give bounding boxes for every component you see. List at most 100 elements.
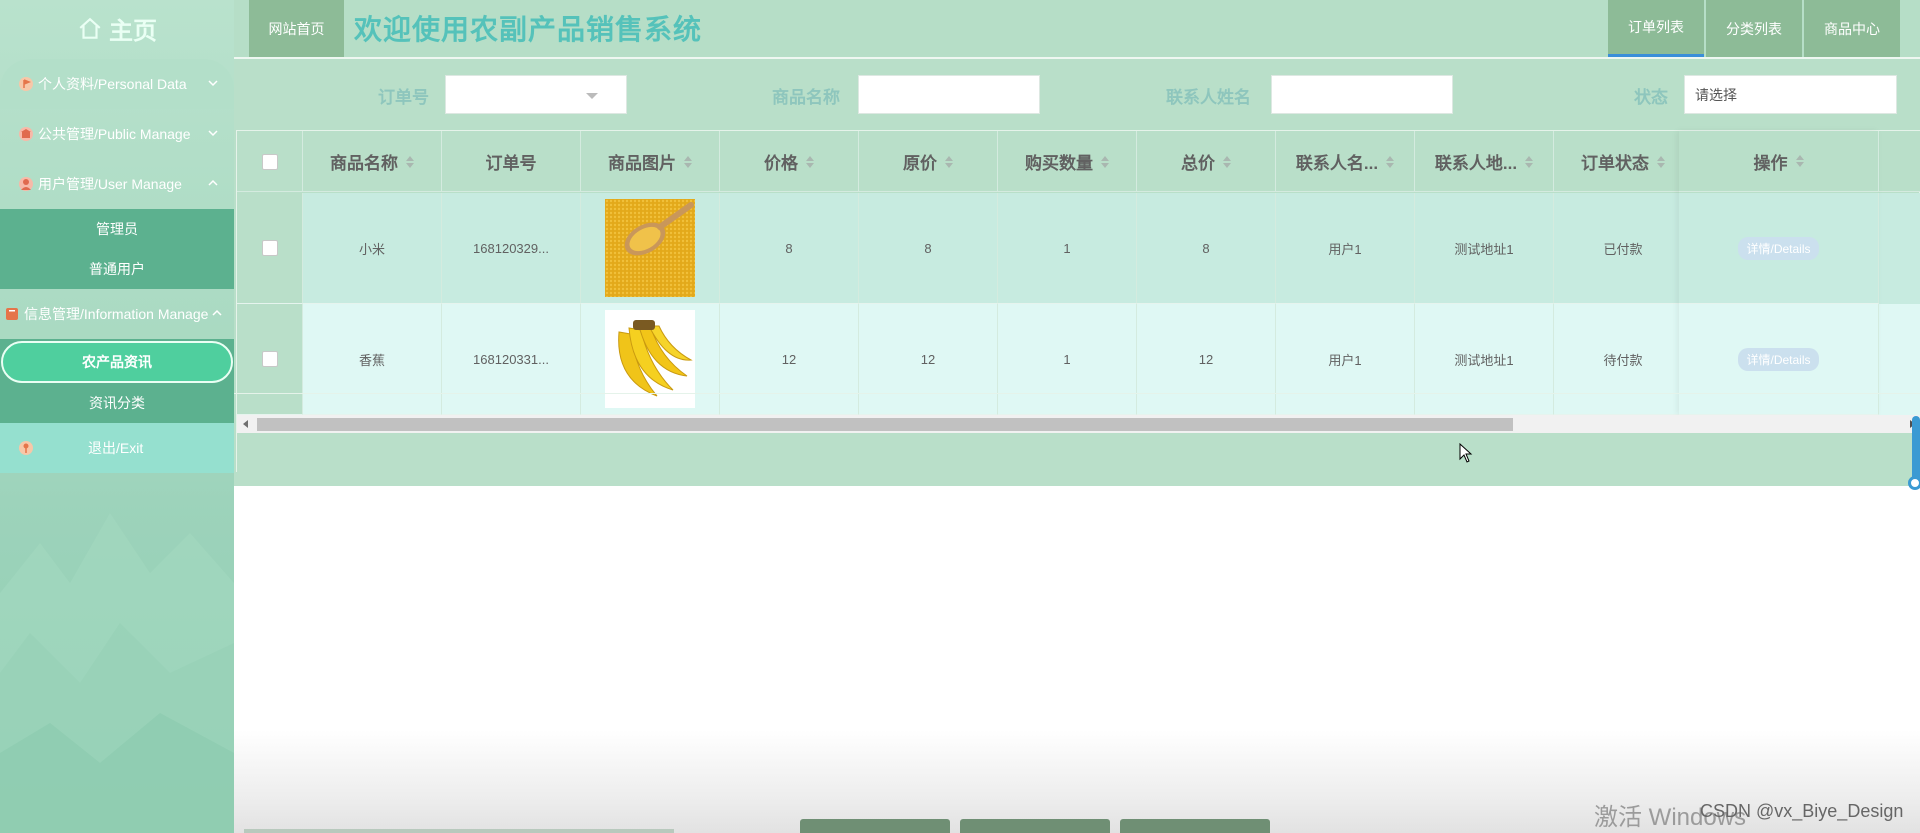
sort-icon[interactable] bbox=[806, 155, 814, 168]
cell-operation: 详情/Details bbox=[1679, 193, 1879, 304]
sidebar: 主页 个人资料/Personal Data 公共管理/Public Manage… bbox=[0, 0, 234, 833]
order-no-label: 订单号 bbox=[378, 88, 429, 107]
column-header-quantity[interactable]: 购买数量 bbox=[998, 131, 1137, 192]
sidebar-item-label: 信息管理/Information Manage bbox=[24, 306, 209, 322]
user-submenu: 管理员 普通用户 bbox=[0, 209, 234, 289]
search-bar: 订单号 商品名称 联系人姓名 状态 请选择 bbox=[234, 59, 1920, 130]
csdn-watermark: CSDN @vx_Biye_Design bbox=[1700, 801, 1904, 821]
column-label: 原价 bbox=[903, 154, 937, 173]
column-label: 商品图片 bbox=[608, 154, 676, 173]
building-icon bbox=[18, 126, 34, 142]
sort-icon[interactable] bbox=[945, 155, 953, 168]
sort-icon[interactable] bbox=[1223, 155, 1231, 168]
sidebar-item-information-manage[interactable]: 信息管理/Information Manage bbox=[0, 289, 234, 339]
sidebar-item-public-manage[interactable]: 公共管理/Public Manage bbox=[0, 109, 234, 159]
column-header-contact-address[interactable]: 联系人地... bbox=[1415, 131, 1554, 192]
column-label: 商品名称 bbox=[330, 154, 398, 173]
sort-icon[interactable] bbox=[1386, 155, 1395, 168]
cell-price: 8 bbox=[720, 193, 859, 304]
chevron-up-icon bbox=[208, 179, 218, 186]
bottom-strip bbox=[244, 829, 674, 833]
cell-order-status: 已付款 bbox=[1554, 193, 1693, 304]
column-label: 价格 bbox=[764, 154, 798, 173]
column-label: 订单状态 bbox=[1581, 154, 1649, 173]
details-button[interactable]: 详情/Details bbox=[1738, 347, 1819, 371]
sidebar-item-label: 用户管理/User Manage bbox=[38, 176, 182, 192]
cell-product-image bbox=[581, 193, 720, 304]
bottom-button-2[interactable] bbox=[960, 819, 1110, 833]
status-placeholder: 请选择 bbox=[1695, 86, 1737, 103]
column-header-order-no: 订单号 bbox=[442, 131, 581, 192]
details-button[interactable]: 详情/Details bbox=[1738, 236, 1819, 260]
user-icon bbox=[18, 176, 34, 192]
sidebar-item-label: 公共管理/Public Manage bbox=[38, 126, 191, 142]
tab-category-list[interactable]: 分类列表 bbox=[1706, 0, 1802, 57]
book-icon bbox=[4, 306, 20, 322]
column-header-order-status[interactable]: 订单状态 bbox=[1554, 131, 1693, 192]
column-header-price[interactable]: 价格 bbox=[720, 131, 859, 192]
select-all-cell bbox=[237, 131, 303, 192]
status-select[interactable]: 请选择 bbox=[1684, 75, 1897, 114]
contact-name-input[interactable] bbox=[1271, 75, 1453, 114]
sidebar-item-personal-data[interactable]: 个人资料/Personal Data bbox=[0, 59, 234, 109]
select-all-checkbox[interactable] bbox=[261, 153, 278, 170]
table-header: 商品名称 订单号 商品图片 价格 原价 购买数量 总价 联系人名... 联系人地… bbox=[237, 131, 1920, 192]
sort-icon[interactable] bbox=[1795, 155, 1804, 167]
main-content: 订单号 商品名称 联系人姓名 状态 请选择 商品名称 订单号 商品图片 价格 原… bbox=[234, 59, 1920, 490]
sort-icon[interactable] bbox=[1657, 155, 1665, 168]
submenu-item-news-category[interactable]: 资讯分类 bbox=[0, 383, 234, 423]
bottom-button-1[interactable] bbox=[800, 819, 950, 833]
column-header-operation[interactable]: 操作 bbox=[1679, 131, 1879, 192]
submenu-item-normal-user[interactable]: 普通用户 bbox=[0, 249, 234, 289]
column-header-product-image[interactable]: 商品图片 bbox=[581, 131, 720, 192]
cell-contact-address: 测试地址1 bbox=[1415, 193, 1554, 304]
order-no-select[interactable] bbox=[445, 75, 627, 114]
column-label: 联系人名... bbox=[1295, 154, 1379, 173]
sidebar-item-label: 退出/Exit bbox=[88, 440, 144, 456]
submenu-item-admin[interactable]: 管理员 bbox=[0, 209, 234, 249]
page-title: 欢迎使用农副产品销售系统 bbox=[354, 14, 703, 45]
cell-product-name: 小米 bbox=[303, 193, 442, 304]
chevron-up-icon bbox=[212, 309, 222, 316]
website-home-button[interactable]: 网站首页 bbox=[249, 0, 344, 57]
tab-product-center[interactable]: 商品中心 bbox=[1804, 0, 1900, 57]
sort-icon[interactable] bbox=[406, 155, 414, 168]
brand-label: 主页 bbox=[109, 18, 157, 45]
row-checkbox[interactable] bbox=[261, 240, 278, 256]
row-select-cell bbox=[237, 193, 303, 304]
column-header-product-name[interactable]: 商品名称 bbox=[303, 131, 442, 192]
sort-icon[interactable] bbox=[684, 155, 692, 168]
scroll-handle[interactable] bbox=[1908, 476, 1920, 490]
cell-original-price: 8 bbox=[859, 193, 998, 304]
column-label: 总价 bbox=[1181, 154, 1215, 173]
fixed-operation-column: 操作 详情/Details 详情/Details bbox=[1679, 131, 1879, 415]
sidebar-item-exit[interactable]: 退出/Exit bbox=[0, 423, 234, 473]
column-header-contact-name[interactable]: 联系人名... bbox=[1276, 131, 1415, 192]
contact-name-label: 联系人姓名 bbox=[1166, 88, 1251, 107]
product-name-input[interactable] bbox=[858, 75, 1040, 114]
home-icon bbox=[79, 17, 101, 39]
sidebar-item-label: 个人资料/Personal Data bbox=[38, 76, 187, 92]
cell-order-no: 168120329... bbox=[442, 193, 581, 304]
bottom-button-3[interactable] bbox=[1120, 819, 1270, 833]
brand-home-link[interactable]: 主页 bbox=[0, 0, 234, 57]
chevron-down-icon bbox=[208, 80, 218, 87]
cell-quantity: 1 bbox=[998, 193, 1137, 304]
submenu-item-agri-news[interactable]: 农产品资讯 bbox=[1, 341, 233, 383]
product-name-label: 商品名称 bbox=[772, 88, 840, 107]
column-label: 购买数量 bbox=[1025, 154, 1093, 173]
row-checkbox[interactable] bbox=[261, 351, 278, 367]
sort-icon[interactable] bbox=[1101, 155, 1109, 168]
sidebar-item-user-manage[interactable]: 用户管理/User Manage bbox=[0, 159, 234, 209]
cell-total: 8 bbox=[1137, 193, 1276, 304]
flag-icon bbox=[18, 76, 34, 92]
millet-image bbox=[605, 199, 695, 297]
tab-order-list[interactable]: 订单列表 bbox=[1608, 0, 1704, 57]
column-header-total[interactable]: 总价 bbox=[1137, 131, 1276, 192]
column-header-original-price[interactable]: 原价 bbox=[859, 131, 998, 192]
table-row: 小米 168120329... 8 8 1 8 用户1 测试地址1 已付款 bbox=[237, 193, 1920, 304]
sort-icon[interactable] bbox=[1525, 155, 1534, 168]
top-header: 网站首页 欢迎使用农副产品销售系统 订单列表 分类列表 商品中心 bbox=[234, 0, 1920, 59]
column-label: 订单号 bbox=[485, 154, 537, 173]
info-submenu: 农产品资讯 资讯分类 bbox=[0, 339, 234, 423]
